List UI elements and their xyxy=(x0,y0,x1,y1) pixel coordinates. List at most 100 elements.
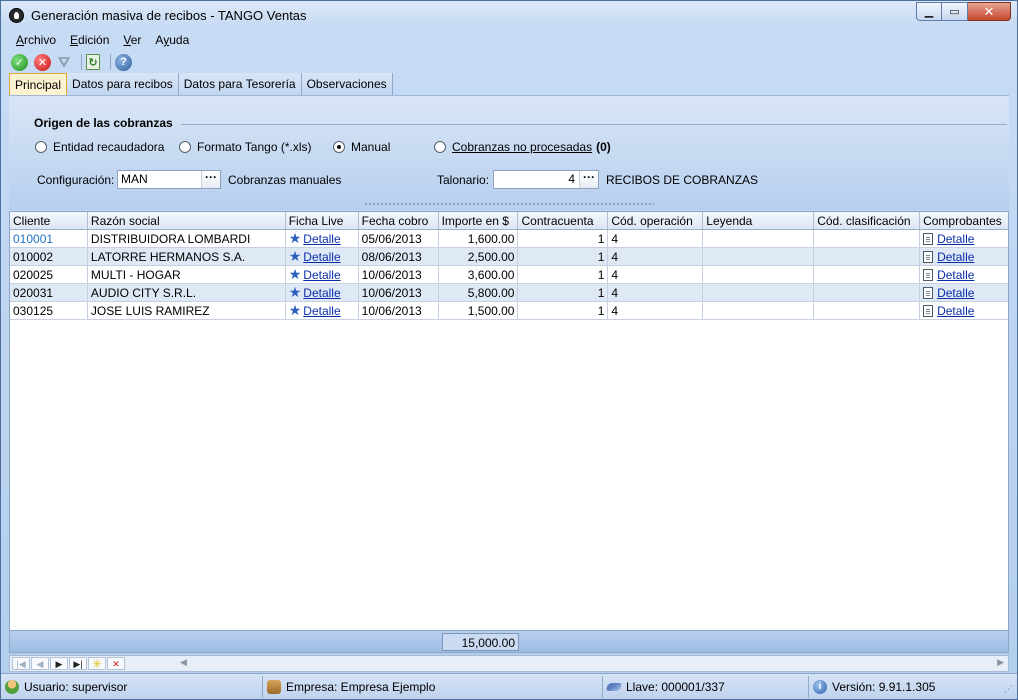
maximize-button[interactable]: ▭ xyxy=(942,2,968,21)
cell-leyenda[interactable] xyxy=(703,302,815,319)
configuracion-lookup-button[interactable]: ··· xyxy=(201,171,220,188)
cell-razon[interactable]: JOSE LUIS RAMIREZ xyxy=(88,302,286,319)
next-record-button[interactable]: ▶ xyxy=(50,657,68,670)
tab-observaciones[interactable]: Observaciones xyxy=(301,73,393,95)
radio-cobranzas-no-procesadas[interactable]: Cobranzas no procesadas (0) xyxy=(434,140,611,154)
table-row[interactable]: 010002 LATORRE HERMANOS S.A. ★ Detalle 08… xyxy=(10,248,1008,266)
cell-cliente[interactable]: 010001 xyxy=(10,230,88,247)
cell-fecha[interactable]: 10/06/2013 xyxy=(359,284,439,301)
ficha-detalle-link[interactable]: Detalle xyxy=(303,286,340,300)
cell-importe[interactable]: 5,800.00 xyxy=(439,284,519,301)
add-record-button[interactable]: ✳ xyxy=(88,657,106,671)
cell-clasificacion[interactable] xyxy=(814,266,921,283)
talonario-input[interactable]: 4 ··· xyxy=(493,170,599,189)
comprobantes-detalle-link[interactable]: Detalle xyxy=(937,268,974,282)
cell-fecha[interactable]: 05/06/2013 xyxy=(359,230,439,247)
talonario-lookup-button[interactable]: ··· xyxy=(579,171,598,188)
cell-comprobantes[interactable]: Detalle xyxy=(920,266,1008,283)
ficha-detalle-link[interactable]: Detalle xyxy=(303,232,340,246)
ficha-detalle-link[interactable]: Detalle xyxy=(303,304,340,318)
comprobantes-detalle-link[interactable]: Detalle xyxy=(937,304,974,318)
column-header[interactable]: Leyenda xyxy=(703,212,815,229)
cell-clasificacion[interactable] xyxy=(814,284,921,301)
cancel-icon[interactable]: ✕ xyxy=(34,53,51,71)
minimize-button[interactable]: ▁ xyxy=(916,2,942,21)
cell-operacion[interactable]: 4 xyxy=(608,284,704,301)
comprobantes-detalle-link[interactable]: Detalle xyxy=(937,250,974,264)
cell-clasificacion[interactable] xyxy=(814,230,921,247)
scroll-right-icon[interactable]: ▶ xyxy=(997,657,1004,668)
radio-formato-tango[interactable]: Formato Tango (*.xls) xyxy=(179,140,312,154)
menu-ayuda[interactable]: Ayuda xyxy=(155,32,189,50)
check-icon[interactable]: ✓ xyxy=(11,53,28,71)
cell-comprobantes[interactable]: Detalle xyxy=(920,248,1008,265)
cell-clasificacion[interactable] xyxy=(814,248,921,265)
resize-grip-icon[interactable]: ⋰ xyxy=(1004,684,1013,695)
cell-ficha[interactable]: ★ Detalle xyxy=(286,284,359,301)
column-header[interactable]: Importe en $ xyxy=(439,212,519,229)
filter-icon[interactable]: ⛛ xyxy=(57,54,71,71)
comprobantes-detalle-link[interactable]: Detalle xyxy=(937,232,974,246)
cell-contracuenta[interactable]: 1 xyxy=(518,284,609,301)
cell-leyenda[interactable] xyxy=(703,248,815,265)
cell-contracuenta[interactable]: 1 xyxy=(518,266,609,283)
app-icon[interactable] xyxy=(9,8,24,23)
radio-manual[interactable]: Manual xyxy=(333,140,390,154)
cell-cliente[interactable]: 030125 xyxy=(10,302,88,319)
menu-archivo[interactable]: Archivo xyxy=(16,32,56,50)
cell-operacion[interactable]: 4 xyxy=(608,248,704,265)
first-record-button[interactable]: |◀ xyxy=(12,657,30,670)
cell-cliente[interactable]: 020031 xyxy=(10,284,88,301)
cell-operacion[interactable]: 4 xyxy=(608,230,704,247)
refresh-icon[interactable]: ↻ xyxy=(86,54,100,70)
cell-ficha[interactable]: ★ Detalle xyxy=(286,302,359,319)
cell-fecha[interactable]: 10/06/2013 xyxy=(359,302,439,319)
cell-fecha[interactable]: 08/06/2013 xyxy=(359,248,439,265)
column-header[interactable]: Comprobantes xyxy=(920,212,1008,229)
column-header[interactable]: Fecha cobro xyxy=(359,212,439,229)
cell-ficha[interactable]: ★ Detalle xyxy=(286,230,359,247)
table-row[interactable]: 010001 DISTRIBUIDORA LOMBARDI ★ Detalle 0… xyxy=(10,230,1008,248)
tab-datos-tesoreria[interactable]: Datos para Tesorería xyxy=(178,73,302,95)
tab-datos-recibos[interactable]: Datos para recibos xyxy=(67,73,179,95)
cell-razon[interactable]: DISTRIBUIDORA LOMBARDI xyxy=(88,230,286,247)
column-header[interactable]: Cód. clasificación xyxy=(814,212,921,229)
cell-fecha[interactable]: 10/06/2013 xyxy=(359,266,439,283)
cell-leyenda[interactable] xyxy=(703,230,815,247)
cell-razon[interactable]: AUDIO CITY S.R.L. xyxy=(88,284,286,301)
cell-contracuenta[interactable]: 1 xyxy=(518,302,609,319)
cell-operacion[interactable]: 4 xyxy=(608,266,704,283)
splitter-handle[interactable] xyxy=(364,202,654,206)
cell-cliente[interactable]: 020025 xyxy=(10,266,88,283)
cell-contracuenta[interactable]: 1 xyxy=(518,248,609,265)
cell-comprobantes[interactable]: Detalle xyxy=(920,230,1008,247)
configuracion-input[interactable]: MAN ··· xyxy=(117,170,221,189)
cell-importe[interactable]: 2,500.00 xyxy=(439,248,519,265)
column-header[interactable]: Cód. operación xyxy=(608,212,704,229)
menu-ver[interactable]: Ver xyxy=(123,32,141,50)
cell-ficha[interactable]: ★ Detalle xyxy=(286,248,359,265)
cell-razon[interactable]: LATORRE HERMANOS S.A. xyxy=(88,248,286,265)
column-header[interactable]: Contracuenta xyxy=(518,212,609,229)
table-row[interactable]: 020025 MULTI - HOGAR ★ Detalle 10/06/2013… xyxy=(10,266,1008,284)
cell-leyenda[interactable] xyxy=(703,284,815,301)
tab-principal[interactable]: Principal xyxy=(9,73,68,96)
scroll-left-icon[interactable]: ◀ xyxy=(180,657,187,668)
table-row[interactable]: 020031 AUDIO CITY S.R.L. ★ Detalle 10/06/… xyxy=(10,284,1008,302)
comprobantes-detalle-link[interactable]: Detalle xyxy=(937,286,974,300)
cell-leyenda[interactable] xyxy=(703,266,815,283)
delete-record-button[interactable]: ✕ xyxy=(107,657,125,670)
prev-record-button[interactable]: ◀ xyxy=(31,657,49,670)
last-record-button[interactable]: ▶| xyxy=(69,657,87,670)
cell-importe[interactable]: 1,500.00 xyxy=(439,302,519,319)
cell-clasificacion[interactable] xyxy=(814,302,921,319)
help-icon[interactable]: ? xyxy=(115,53,132,71)
cell-importe[interactable]: 3,600.00 xyxy=(439,266,519,283)
menu-edicion[interactable]: Edición xyxy=(70,32,109,50)
column-header[interactable]: Cliente xyxy=(10,212,88,229)
ficha-detalle-link[interactable]: Detalle xyxy=(303,250,340,264)
radio-entidad-recaudadora[interactable]: Entidad recaudadora xyxy=(35,140,164,154)
ficha-detalle-link[interactable]: Detalle xyxy=(303,268,340,282)
cell-comprobantes[interactable]: Detalle xyxy=(920,284,1008,301)
cell-comprobantes[interactable]: Detalle xyxy=(920,302,1008,319)
